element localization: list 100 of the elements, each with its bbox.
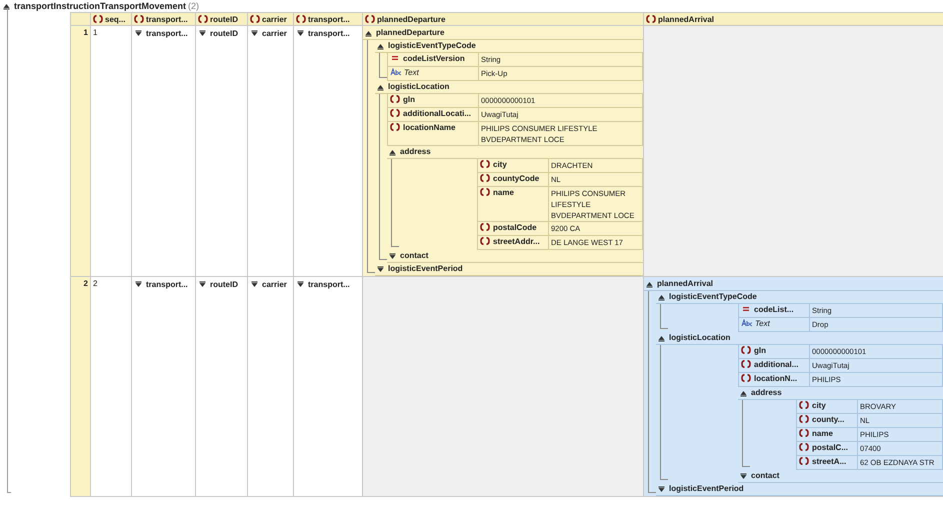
- column-header[interactable]: seq...: [91, 13, 132, 26]
- node-name: streetA...: [812, 457, 846, 467]
- expand-arrow-icon[interactable]: [297, 30, 304, 37]
- element-icon: [296, 15, 306, 23]
- node-name: countyCode: [493, 174, 540, 184]
- node-name: codeList...: [754, 305, 794, 315]
- table-cell: 1: [91, 26, 132, 277]
- element-icon: [480, 237, 490, 245]
- collapsed-element: routeID: [210, 279, 238, 290]
- expand-arrow-icon[interactable]: [135, 30, 142, 37]
- element-icon: [799, 429, 809, 437]
- element-icon: [390, 95, 400, 103]
- group-name: logisticEventPeriod: [388, 263, 463, 275]
- node-name: Text: [404, 68, 419, 78]
- tree-guide-line: [660, 304, 668, 329]
- node-name: gln: [754, 346, 766, 356]
- collapsed-element: transport...: [146, 279, 188, 290]
- element-icon: [741, 374, 751, 382]
- collapse-arrow-icon[interactable]: [365, 30, 372, 36]
- element-icon: [799, 457, 809, 465]
- expand-arrow-icon[interactable]: [199, 281, 206, 288]
- node-name: locationName: [403, 123, 456, 133]
- element-icon: [93, 15, 103, 23]
- group-name: plannedArrival: [657, 278, 714, 290]
- node-name: name: [812, 429, 833, 439]
- node-name: postalCode: [493, 223, 537, 233]
- expand-arrow-icon[interactable]: [740, 472, 747, 480]
- element-icon: [390, 109, 400, 117]
- column-header[interactable]: routeID: [196, 13, 248, 26]
- node-name: postalC...: [812, 443, 848, 453]
- collapse-arrow-icon[interactable]: [377, 42, 384, 50]
- group-name: logisticLocation: [669, 332, 730, 344]
- node-name: additionalLocati...: [403, 109, 472, 119]
- collapse-arrow-icon[interactable]: [3, 2, 10, 10]
- row-count: (2): [188, 0, 200, 12]
- node-name: Text: [755, 319, 770, 329]
- text-node-icon: [741, 319, 752, 327]
- group-name: plannedDeparture: [376, 27, 444, 39]
- expand-arrow-icon[interactable]: [199, 30, 206, 37]
- element-icon: [799, 415, 809, 423]
- element-icon: [799, 401, 809, 409]
- node-name: streetAddr...: [493, 237, 540, 247]
- group-name: address: [751, 387, 782, 399]
- tree-guide-line: [379, 53, 387, 78]
- column-header[interactable]: plannedArrival: [644, 13, 943, 26]
- node-name: county...: [812, 415, 844, 425]
- collapse-arrow-icon[interactable]: [658, 294, 665, 300]
- element-icon: [480, 174, 490, 182]
- group-name: contact: [751, 470, 780, 482]
- group-name: logisticEventTypeCode: [669, 291, 757, 303]
- collapse-arrow-icon[interactable]: [389, 148, 396, 156]
- collapse-arrow-icon[interactable]: [377, 84, 384, 90]
- element-icon: [134, 15, 144, 23]
- column-header[interactable]: carrier: [248, 13, 294, 26]
- expand-arrow-icon[interactable]: [135, 281, 142, 288]
- node-name: city: [812, 401, 826, 411]
- element-icon: [250, 15, 260, 23]
- row-number: 1: [71, 26, 91, 277]
- column-header[interactable]: plannedDeparture: [363, 13, 644, 26]
- group-name: logisticEventPeriod: [669, 483, 744, 495]
- group-name: logisticLocation: [388, 81, 450, 93]
- collapse-arrow-icon[interactable]: [740, 390, 747, 396]
- collapsed-element: routeID: [210, 28, 238, 39]
- expand-arrow-icon[interactable]: [297, 281, 304, 288]
- element-icon: [480, 223, 490, 231]
- group-name: address: [400, 146, 431, 158]
- expand-arrow-icon[interactable]: [658, 486, 665, 492]
- element-icon: [741, 360, 751, 368]
- row-number: 2: [71, 277, 91, 497]
- node-name: codeListVersion: [403, 54, 465, 64]
- tree-guide-line: [742, 400, 750, 467]
- element-icon: [646, 15, 656, 23]
- collapsed-element: transport...: [308, 279, 350, 290]
- text-node-icon: [390, 68, 401, 76]
- group-name: logisticEventTypeCode: [388, 40, 476, 52]
- group-name: contact: [400, 250, 428, 262]
- table-cell: 2: [91, 277, 132, 497]
- node-name: additional...: [754, 360, 798, 370]
- expand-arrow-icon[interactable]: [377, 266, 384, 272]
- attribute-icon: [390, 54, 400, 62]
- column-header[interactable]: transport...: [132, 13, 196, 26]
- expand-arrow-icon[interactable]: [251, 30, 258, 37]
- collapsed-element: carrier: [262, 28, 287, 39]
- column-header[interactable]: transport...: [294, 13, 363, 26]
- expand-arrow-icon[interactable]: [389, 252, 396, 260]
- collapse-arrow-icon[interactable]: [658, 334, 665, 342]
- element-icon: [198, 15, 208, 23]
- attribute-icon: [741, 305, 751, 313]
- node-name: locationN...: [754, 374, 798, 384]
- collapsed-element: transport...: [308, 28, 350, 39]
- element-icon: [365, 15, 375, 23]
- expand-arrow-icon[interactable]: [251, 281, 258, 288]
- collapse-arrow-icon[interactable]: [646, 280, 653, 288]
- element-icon: [480, 188, 490, 196]
- element-icon: [480, 160, 490, 168]
- collapsed-element: carrier: [262, 279, 287, 290]
- table-title: transportInstructionTransportMovement: [14, 0, 186, 12]
- node-name: name: [493, 188, 514, 198]
- node-name: gln: [403, 95, 415, 105]
- element-icon: [741, 346, 751, 354]
